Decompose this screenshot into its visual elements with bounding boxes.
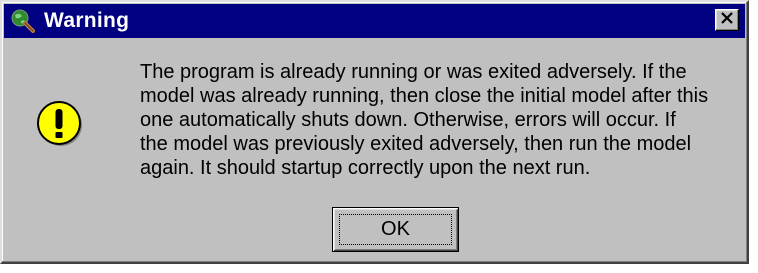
title-bar[interactable]: Warning [4,4,745,38]
message-text: The program is already running or was ex… [140,61,709,179]
close-button[interactable] [715,9,739,31]
ok-button-label: OK [339,214,452,245]
close-icon [720,11,734,29]
globe-magnifier-icon [10,8,36,34]
window-title: Warning [44,9,130,32]
exclamation-icon [36,100,84,148]
warning-dialog: Warning The program is already running o… [0,0,749,264]
ok-button[interactable]: OK [332,207,459,252]
